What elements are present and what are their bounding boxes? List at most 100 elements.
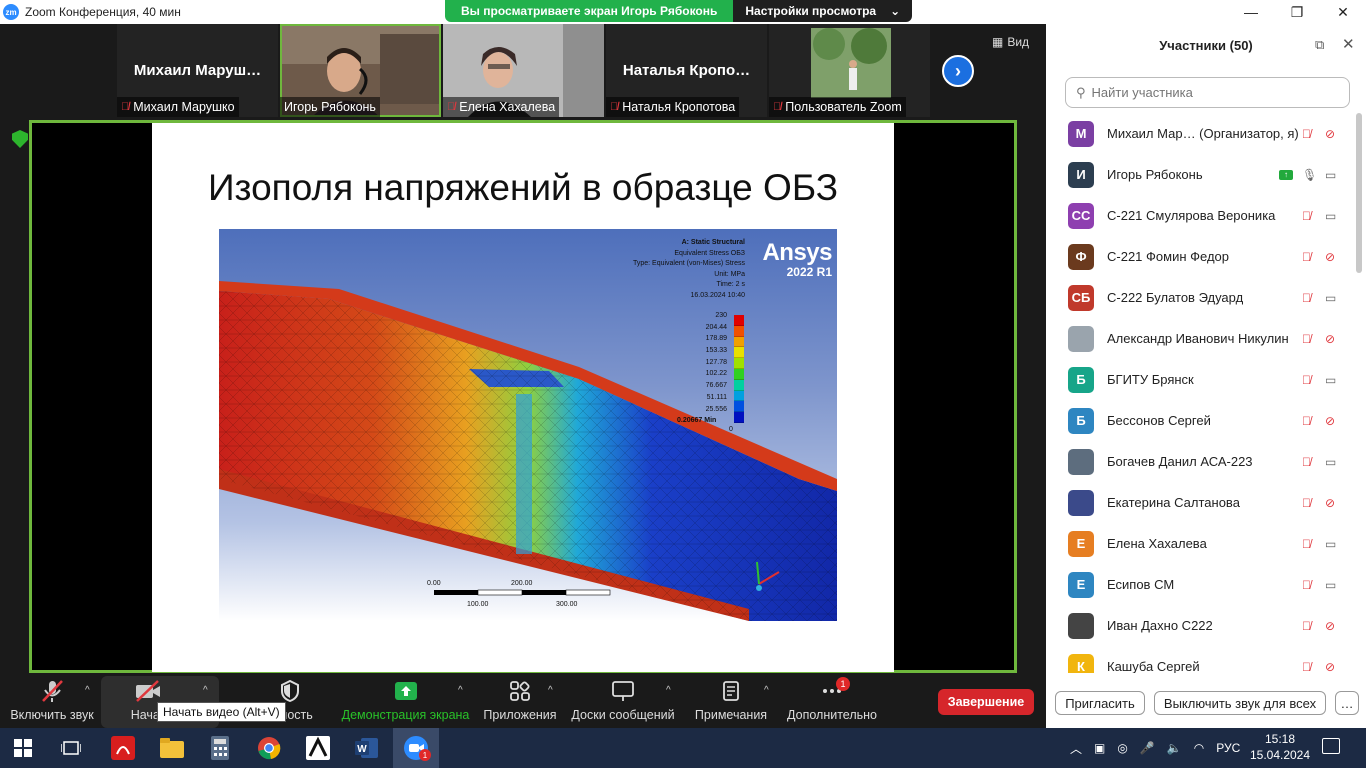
video-off-icon[interactable]: ⊘: [1325, 332, 1335, 346]
share-options-chevron-icon[interactable]: ^: [458, 685, 463, 696]
video-tile-active-speaker[interactable]: Игорь Рябоконь: [280, 24, 441, 117]
tile-big-name: Наталья Кропо…: [622, 62, 751, 79]
end-meeting-button[interactable]: Завершение: [938, 689, 1034, 715]
invite-button[interactable]: Пригласить: [1055, 691, 1145, 715]
zoom-taskbar-icon[interactable]: 1: [393, 728, 439, 768]
mic-muted-icon[interactable]: 🎙̸: [1302, 332, 1311, 346]
microphone-icon[interactable]: 🎤: [1140, 741, 1155, 755]
unmute-button[interactable]: Включить звук: [6, 676, 98, 728]
video-off-icon[interactable]: ⊘: [1325, 496, 1335, 510]
windows-start-icon[interactable]: [0, 728, 46, 768]
participant-row[interactable]: Б Бессонов Сергей 🎙̸ ⊘: [1046, 400, 1356, 441]
volume-icon[interactable]: 🔈: [1167, 741, 1182, 755]
mic-muted-icon[interactable]: 🎙̸: [1302, 496, 1311, 510]
next-page-button[interactable]: ›: [942, 55, 974, 87]
participant-row[interactable]: Екатерина Салтанова 🎙̸ ⊘: [1046, 482, 1356, 523]
video-icon[interactable]: ▭: [1325, 209, 1336, 223]
scale-bar: [434, 589, 611, 596]
legend-color-swatch: [734, 401, 744, 413]
acrobat-icon[interactable]: [100, 728, 146, 768]
participant-row[interactable]: М Михаил Мар… (Организатор, я) 🎙̸ ⊘: [1046, 113, 1356, 154]
video-tile[interactable]: 🎙̸ Елена Хахалева: [443, 24, 604, 117]
view-button[interactable]: ▦ Вид: [992, 35, 1029, 49]
video-icon[interactable]: ▭: [1325, 168, 1336, 182]
video-icon[interactable]: ▭: [1325, 291, 1336, 305]
apps-options-chevron-icon[interactable]: ^: [548, 685, 553, 696]
mic-muted-icon: [40, 680, 64, 702]
mic-muted-icon[interactable]: 🎙̸: [1302, 660, 1311, 674]
mic-muted-icon[interactable]: 🎙̸: [1302, 250, 1311, 264]
video-off-icon[interactable]: ⊘: [1325, 619, 1335, 633]
mic-muted-icon[interactable]: 🎙̸: [1302, 619, 1311, 633]
language-indicator[interactable]: РУС: [1216, 741, 1240, 755]
scale-label: 300.00: [556, 601, 578, 608]
maximize-button[interactable]: ❐: [1274, 0, 1320, 24]
video-icon[interactable]: ▭: [1325, 373, 1336, 387]
video-options-chevron-icon[interactable]: ^: [203, 685, 208, 696]
wifi-icon[interactable]: ◠: [1194, 741, 1204, 755]
video-icon[interactable]: ▭: [1325, 455, 1336, 469]
calculator-icon[interactable]: [197, 728, 243, 768]
chrome-icon[interactable]: [246, 728, 292, 768]
whiteboards-button[interactable]: Доски сообщений: [570, 676, 676, 728]
participant-row[interactable]: Е Есипов СМ 🎙̸ ▭: [1046, 564, 1356, 605]
video-off-icon[interactable]: ⊘: [1325, 660, 1335, 674]
view-settings-button[interactable]: Настройки просмотра ⌄: [733, 0, 913, 22]
participant-row[interactable]: СС С-221 Смулярова Вероника 🎙̸ ▭: [1046, 195, 1356, 236]
participant-list-scrollbar[interactable]: [1356, 113, 1362, 273]
participant-row[interactable]: К Кашуба Сергей 🎙̸ ⊘: [1046, 646, 1356, 673]
mute-all-button[interactable]: Выключить звук для всех: [1154, 691, 1326, 715]
participant-row[interactable]: И Игорь Рябоконь ↑ 🎙 ▭: [1046, 154, 1356, 195]
video-icon[interactable]: ▭: [1325, 537, 1336, 551]
mic-muted-icon[interactable]: 🎙̸: [1302, 578, 1311, 592]
more-button[interactable]: Дополнительно: [786, 676, 878, 728]
task-view-icon[interactable]: [48, 728, 94, 768]
video-tile[interactable]: Наталья Кропо… 🎙̸ Наталья Кропотова: [606, 24, 767, 117]
mic-muted-icon[interactable]: 🎙̸: [1302, 414, 1311, 428]
video-off-icon[interactable]: ⊘: [1325, 250, 1335, 264]
notifications-icon[interactable]: [1322, 738, 1340, 754]
mic-muted-icon[interactable]: 🎙̸: [1302, 455, 1311, 469]
search-input[interactable]: [1091, 85, 1332, 100]
mic-muted-icon[interactable]: 🎙̸: [1302, 373, 1311, 387]
minimize-button[interactable]: —: [1228, 0, 1274, 24]
participant-row[interactable]: Ф С-221 Фомин Федор 🎙̸ ⊘: [1046, 236, 1356, 277]
mic-muted-icon[interactable]: 🎙̸: [1302, 537, 1311, 551]
mic-muted-icon[interactable]: 🎙̸: [1302, 291, 1311, 305]
participant-row[interactable]: СБ С-222 Булатов Эдуард 🎙̸ ▭: [1046, 277, 1356, 318]
notes-button[interactable]: Примечания: [692, 676, 770, 728]
mic-icon[interactable]: 🎙: [1302, 168, 1317, 182]
participant-row[interactable]: Богачев Данил АСА-223 🎙̸ ▭: [1046, 441, 1356, 482]
webcam-icon[interactable]: ◎: [1117, 741, 1127, 755]
close-window-button[interactable]: ✕: [1320, 0, 1366, 24]
whiteboard-options-chevron-icon[interactable]: ^: [666, 685, 671, 696]
windows-taskbar: W 1 ︿ ▣ ◎ 🎤 🔈 ◠ РУС 15:18 15.04.2024: [0, 728, 1366, 768]
autocad-icon[interactable]: [295, 728, 341, 768]
audio-options-chevron-icon[interactable]: ^: [85, 685, 90, 696]
participant-row[interactable]: Б БГИТУ Брянск 🎙̸ ▭: [1046, 359, 1356, 400]
close-icon[interactable]: ✕: [1342, 35, 1355, 53]
participant-search[interactable]: ⚲: [1065, 77, 1350, 108]
video-icon[interactable]: ▭: [1325, 578, 1336, 592]
network-drive-icon[interactable]: ▣: [1094, 741, 1105, 755]
mic-muted-icon[interactable]: 🎙̸: [1302, 127, 1311, 141]
video-off-icon[interactable]: ⊘: [1325, 127, 1335, 141]
video-off-icon[interactable]: ⊘: [1325, 414, 1335, 428]
share-screen-button[interactable]: Демонстрация экрана: [342, 676, 469, 728]
legend-color-swatch: [734, 315, 744, 326]
legend-color-bar: [734, 315, 744, 423]
file-explorer-icon[interactable]: [149, 728, 195, 768]
mic-muted-icon[interactable]: 🎙̸: [1302, 209, 1311, 223]
popout-icon[interactable]: ⧉: [1315, 37, 1324, 53]
taskbar-clock[interactable]: 15:18 15.04.2024: [1248, 731, 1312, 763]
participant-row[interactable]: Александр Иванович Никулин 🎙̸ ⊘: [1046, 318, 1356, 359]
panel-more-button[interactable]: …: [1335, 691, 1359, 715]
participant-row[interactable]: Иван Дахно С222 🎙̸ ⊘: [1046, 605, 1356, 646]
notes-options-chevron-icon[interactable]: ^: [764, 685, 769, 696]
video-tile[interactable]: Михаил Маруш… 🎙̸ Михаил Марушко: [117, 24, 278, 117]
video-tile[interactable]: 🎙̸ Пользователь Zoom: [769, 24, 930, 117]
participant-row[interactable]: Е Елена Хахалева 🎙̸ ▭: [1046, 523, 1356, 564]
word-icon[interactable]: W: [344, 728, 390, 768]
tray-chevron-icon[interactable]: ︿: [1070, 740, 1082, 757]
apps-button[interactable]: Приложения: [482, 676, 558, 728]
